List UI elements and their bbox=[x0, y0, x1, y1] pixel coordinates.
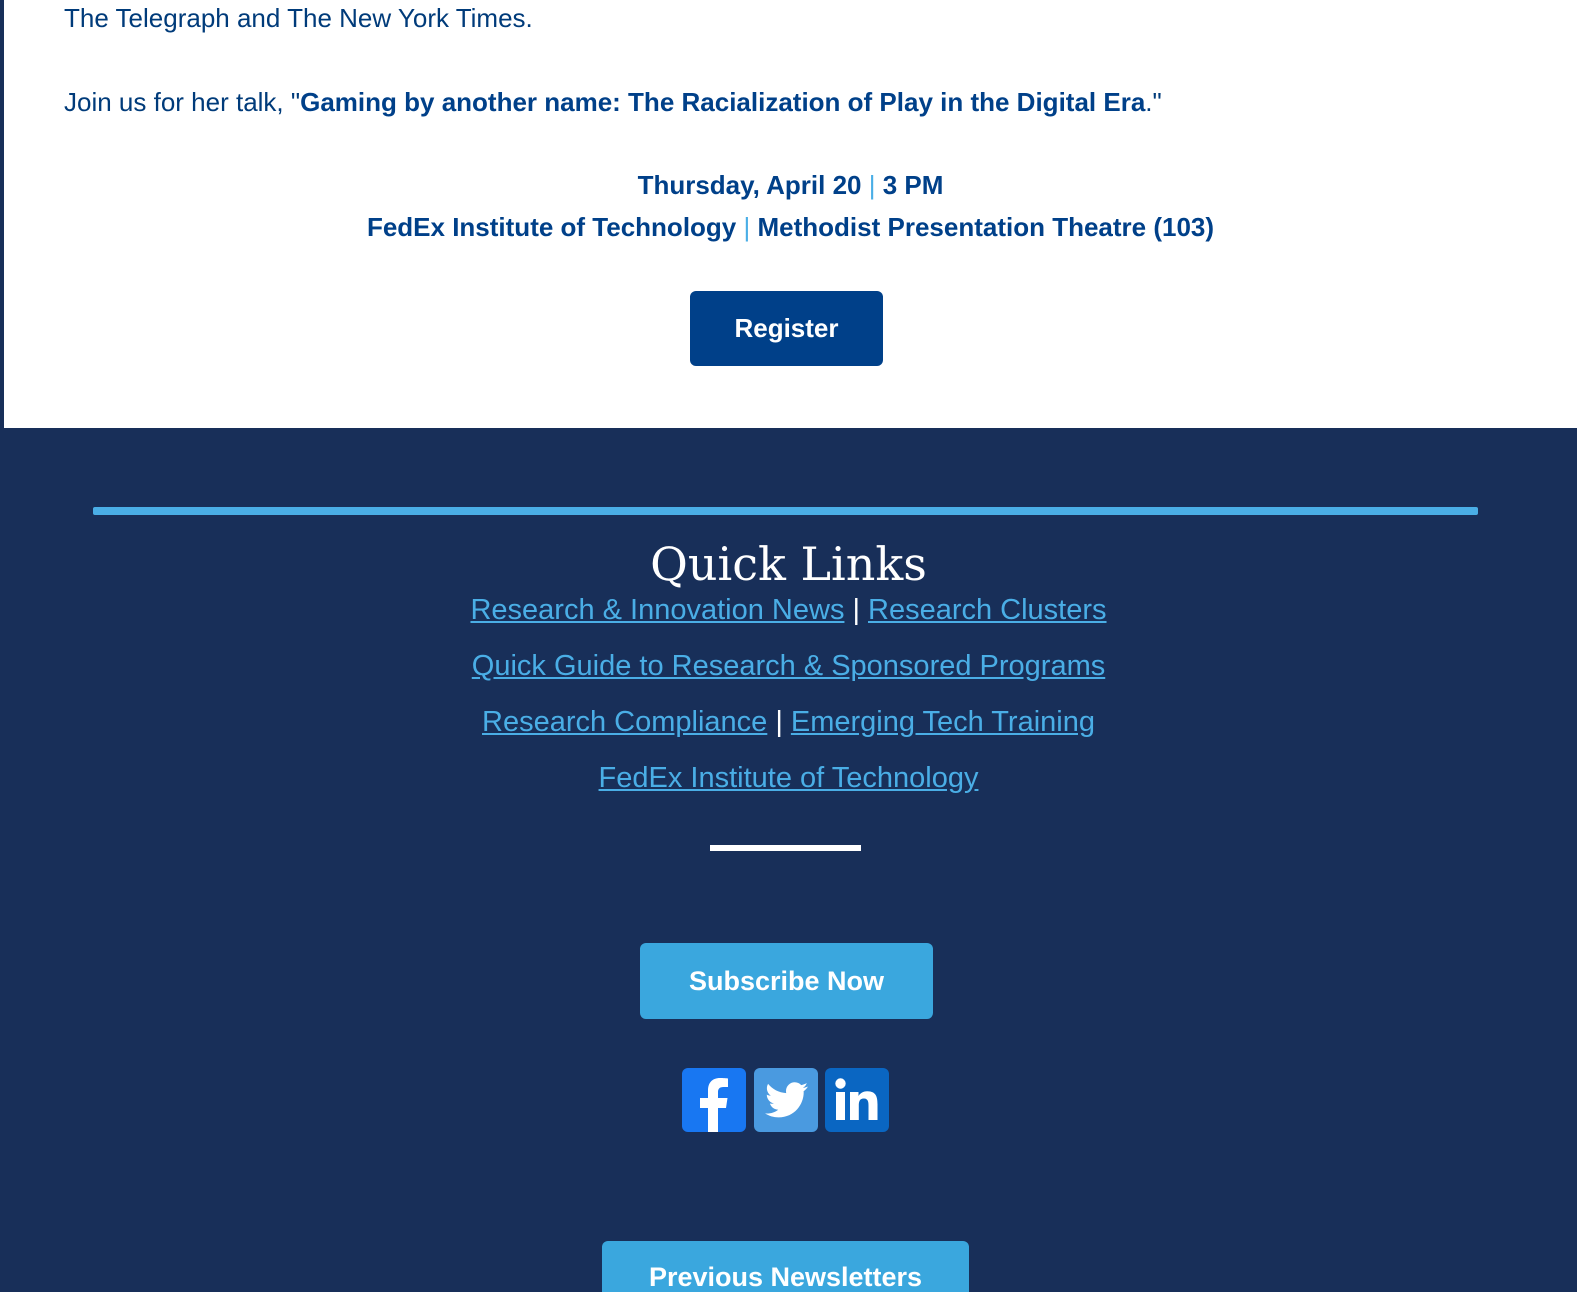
register-button[interactable]: Register bbox=[690, 291, 883, 366]
link-emerging-tech[interactable]: Emerging Tech Training bbox=[791, 706, 1095, 738]
event-date: Thursday, April 20 bbox=[637, 170, 862, 200]
talk-line: Join us for her talk, "Gaming by another… bbox=[64, 84, 1162, 120]
intro-text: The Telegraph and The New York Times. bbox=[64, 3, 533, 33]
newsletter-page: The Telegraph and The New York Times. Jo… bbox=[0, 0, 1577, 1292]
quick-links-row: Research Compliance | Emerging Tech Traini… bbox=[0, 704, 1577, 740]
twitter-icon[interactable] bbox=[754, 1068, 818, 1132]
separator: | bbox=[868, 170, 876, 200]
talk-suffix: ." bbox=[1145, 87, 1162, 117]
previous-newsletters-button[interactable]: Previous Newsletters bbox=[602, 1241, 969, 1292]
event-location: FedEx Institute of Technology | Methodis… bbox=[4, 209, 1577, 245]
link-research-news[interactable]: Research & Innovation News bbox=[470, 594, 844, 626]
event-room: Methodist Presentation Theatre (103) bbox=[757, 212, 1215, 242]
footer-divider bbox=[93, 507, 1478, 515]
link-research-compliance[interactable]: Research Compliance bbox=[482, 706, 767, 738]
link-quick-guide[interactable]: Quick Guide to Research & Sponsored Prog… bbox=[472, 650, 1105, 682]
subscribe-button[interactable]: Subscribe Now bbox=[640, 943, 933, 1019]
talk-title: Gaming by another name: The Racializatio… bbox=[300, 87, 1146, 117]
link-research-clusters[interactable]: Research Clusters bbox=[868, 594, 1107, 626]
event-time: 3 PM bbox=[882, 170, 944, 200]
linkedin-icon[interactable] bbox=[825, 1068, 889, 1132]
short-divider bbox=[710, 845, 861, 851]
event-venue: FedEx Institute of Technology bbox=[366, 212, 737, 242]
quick-links-row: Quick Guide to Research & Sponsored Prog… bbox=[0, 648, 1577, 684]
quick-links-title: Quick Links bbox=[650, 537, 927, 591]
link-separator: | bbox=[775, 706, 783, 738]
quick-links-row: Research & Innovation News | Research Clus… bbox=[0, 592, 1577, 628]
event-card: The Telegraph and The New York Times. Jo… bbox=[4, 0, 1577, 428]
event-datetime: Thursday, April 20 | 3 PM bbox=[4, 167, 1577, 203]
quick-links-row: FedEx Institute of Technology bbox=[0, 760, 1577, 796]
separator: | bbox=[743, 212, 751, 242]
talk-prefix: Join us for her talk, " bbox=[64, 87, 301, 117]
link-separator: | bbox=[852, 594, 860, 626]
facebook-icon[interactable] bbox=[682, 1068, 746, 1132]
link-fedex-institute[interactable]: FedEx Institute of Technology bbox=[599, 762, 979, 794]
